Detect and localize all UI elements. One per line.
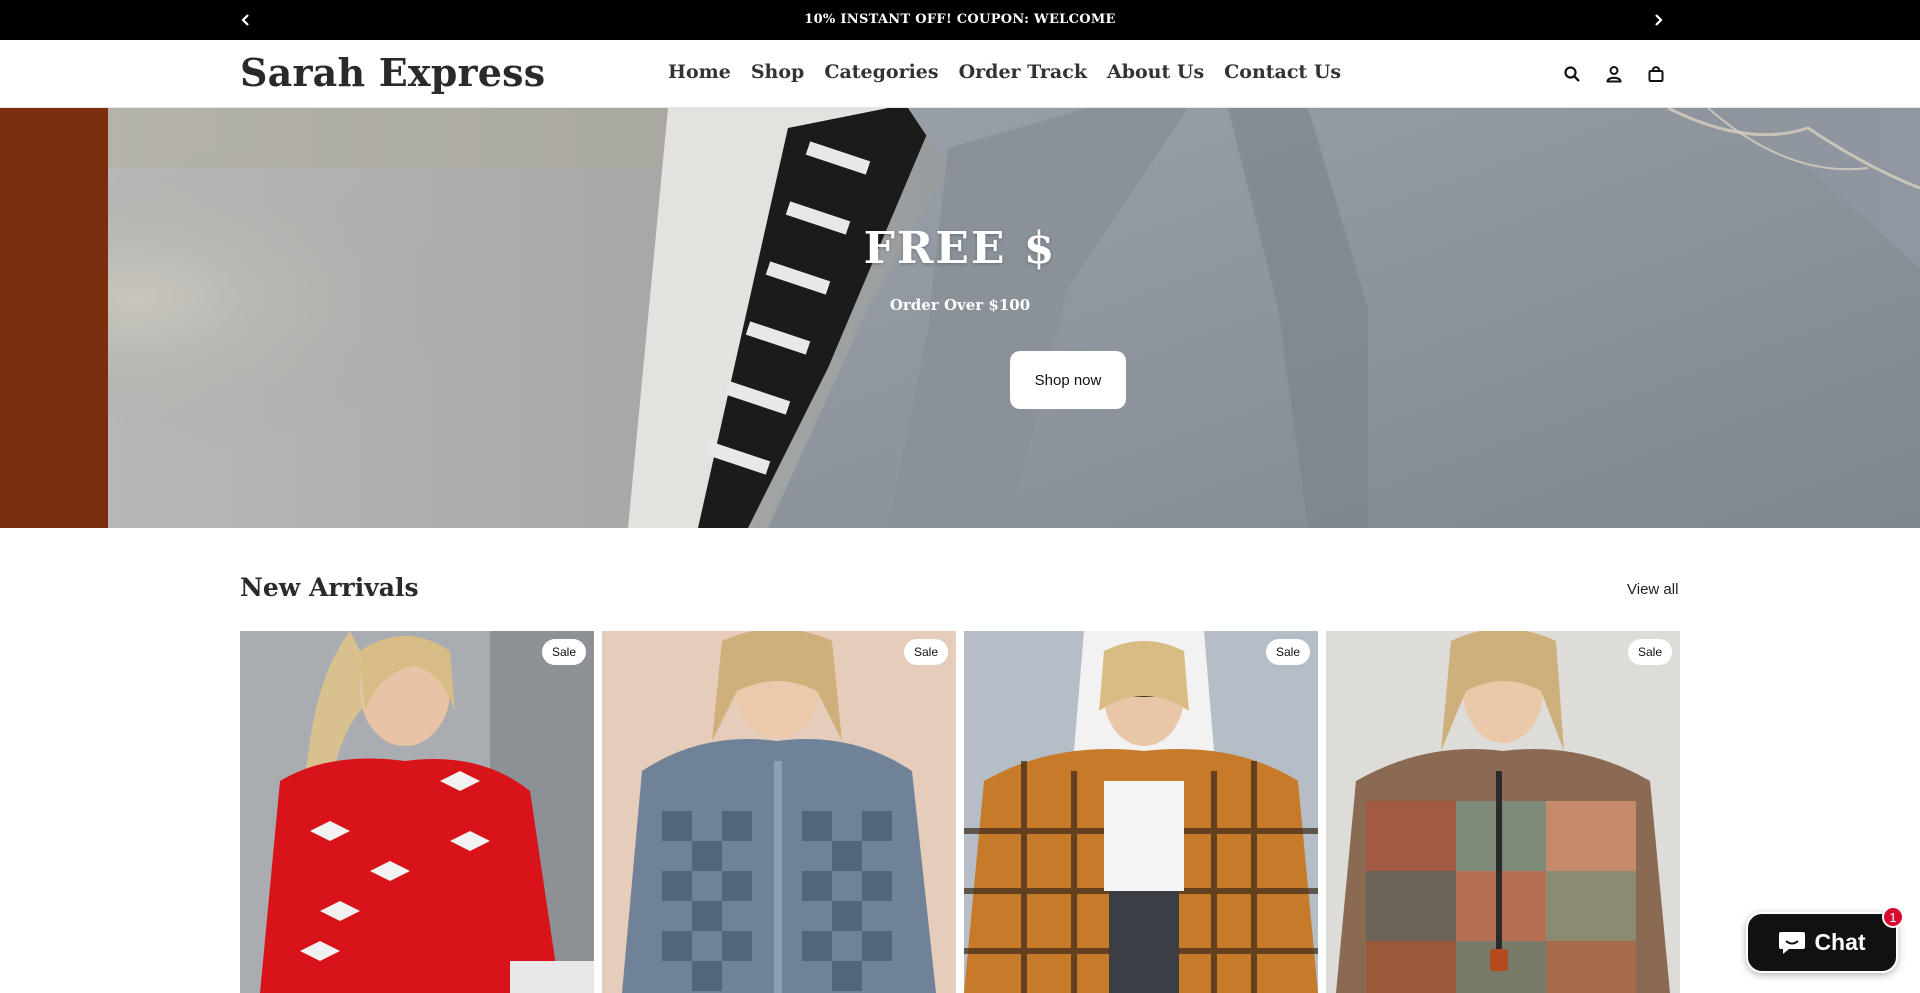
product-card[interactable]: Sale <box>964 631 1318 993</box>
section-title-new-arrivals: New Arrivals <box>240 573 419 602</box>
chevron-right-icon[interactable] <box>1647 9 1669 31</box>
chat-label: Chat <box>1814 929 1866 955</box>
hero-side-panel <box>0 108 108 528</box>
view-all-link[interactable]: View all <box>1627 581 1678 598</box>
sale-badge: Sale <box>1627 639 1672 665</box>
hero-title: FREE $ <box>863 223 1057 274</box>
product-image-patchwork-pullover <box>1326 631 1680 993</box>
nav-categories[interactable]: Categories <box>824 61 938 83</box>
main-nav: Home Shop Categories Order Track About U… <box>668 61 1361 83</box>
nav-about-us[interactable]: About Us <box>1107 61 1204 83</box>
chat-notification-badge: 1 <box>1882 906 1904 928</box>
product-image-plaid-hoodie <box>964 631 1318 993</box>
cart-icon[interactable] <box>1644 62 1668 86</box>
product-image-denim-jacket <box>602 631 956 993</box>
sale-badge: Sale <box>541 639 586 665</box>
product-image-red-sweater <box>240 631 594 993</box>
hero-image <box>108 108 1920 528</box>
site-header: Sarah Express Home Shop Categories Order… <box>0 40 1920 108</box>
product-grid: Sale Sale Sale Sale <box>240 631 1680 993</box>
nav-order-track[interactable]: Order Track <box>959 61 1087 83</box>
nav-home[interactable]: Home <box>668 61 731 83</box>
hero-banner: FREE $ Order Over $100 Shop now <box>0 108 1920 528</box>
chat-bubble-icon <box>1779 931 1806 954</box>
product-card[interactable]: Sale <box>1326 631 1680 993</box>
site-logo[interactable]: Sarah Express <box>240 50 545 95</box>
sale-badge: Sale <box>1265 639 1310 665</box>
nav-contact-us[interactable]: Contact Us <box>1224 61 1341 83</box>
header-icons <box>1560 62 1668 86</box>
shop-now-button[interactable]: Shop now <box>1010 351 1126 409</box>
announcement-bar: 10% INSTANT OFF! COUPON: WELCOME <box>0 0 1920 40</box>
nav-shop[interactable]: Shop <box>751 61 805 83</box>
product-card[interactable]: Sale <box>602 631 956 993</box>
hero-subtitle: Order Over $100 <box>889 296 1031 314</box>
chat-button[interactable]: Chat <box>1746 912 1898 973</box>
sale-badge: Sale <box>903 639 948 665</box>
announcement-text: 10% INSTANT OFF! COUPON: WELCOME <box>804 12 1116 27</box>
account-icon[interactable] <box>1602 62 1626 86</box>
product-card[interactable]: Sale <box>240 631 594 993</box>
search-icon[interactable] <box>1560 62 1584 86</box>
